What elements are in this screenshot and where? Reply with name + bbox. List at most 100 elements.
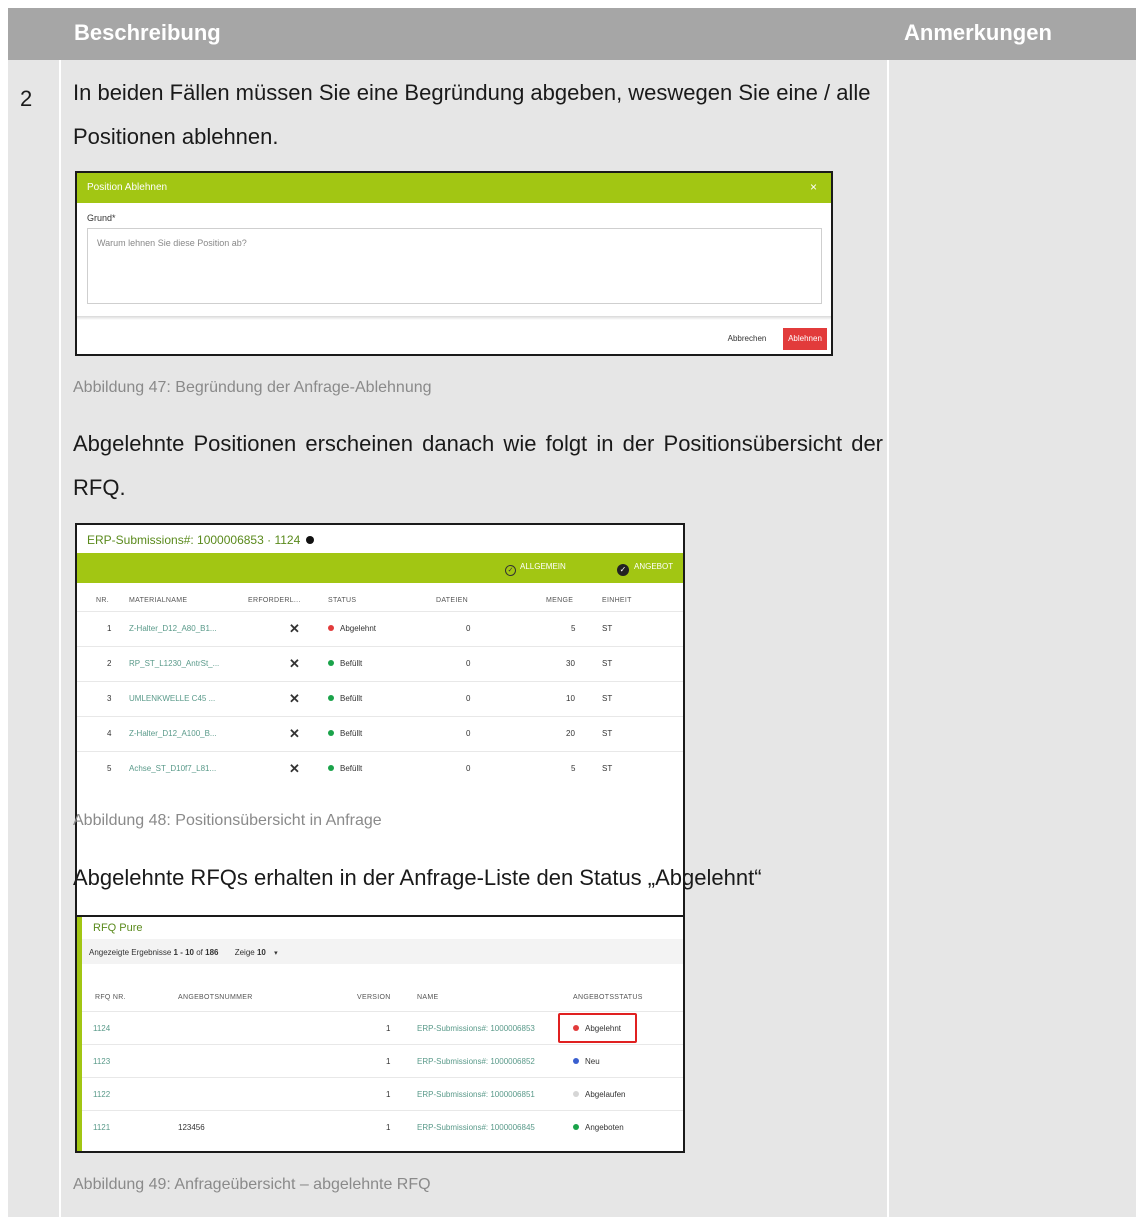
figure-47-caption: Abbildung 47: Begründung der Anfrage-Abl… <box>73 379 432 396</box>
paragraph-1: In beiden Fällen müssen Sie eine Begründ… <box>73 80 871 149</box>
list-title: RFQ Pure <box>93 922 143 934</box>
col-header-material[interactable]: MATERIALNAME <box>129 597 187 604</box>
col-header-offer-number[interactable]: ANGEBOTSNUMMER <box>178 994 253 1001</box>
reject-button[interactable]: Ablehnen <box>783 328 827 350</box>
tab-offer[interactable]: ✓ ANGEBOT <box>617 562 673 576</box>
files-count: 0 <box>466 624 471 633</box>
dialog-divider <box>77 316 831 320</box>
document-page: Beschreibung Anmerkungen 2 In beiden Fäl… <box>8 8 1136 1217</box>
status-dot <box>328 730 334 736</box>
quantity: 30 <box>566 659 575 668</box>
unit: ST <box>602 729 613 738</box>
reason-placeholder: Warum lehnen Sie diese Position ab? <box>97 238 247 248</box>
rfq-number-link[interactable]: 1124 <box>93 1024 110 1033</box>
col-header-nr[interactable]: NR. <box>96 597 109 604</box>
row-nr: 1 <box>107 624 112 633</box>
col-header-files[interactable]: DATEIEN <box>436 597 468 604</box>
unit: ST <box>602 694 613 703</box>
col-header-name[interactable]: NAME <box>417 994 438 1001</box>
col-header-rfq[interactable]: RFQ NR. <box>95 994 126 1001</box>
table-row[interactable]: 1121 123456 1 ERP-Submissions#: 1000006845 A… <box>82 1110 683 1143</box>
quantity: 20 <box>566 729 575 738</box>
status-text: Befüllt <box>340 694 363 703</box>
unit: ST <box>602 624 613 633</box>
version: 1 <box>386 1123 391 1132</box>
col-header-unit[interactable]: EINHEIT <box>602 597 632 604</box>
paragraph-2-line2: RFQ. <box>73 466 883 510</box>
col-header-version[interactable]: VERSION <box>357 994 391 1001</box>
row-nr: 4 <box>107 729 112 738</box>
check-circle-icon: ✓ <box>505 565 516 576</box>
rfq-number-link[interactable]: 1122 <box>93 1090 110 1099</box>
status-text: Befüllt <box>340 729 363 738</box>
table-header: Beschreibung Anmerkungen <box>8 8 1136 60</box>
row-nr: 2 <box>107 659 112 668</box>
reason-label: Grund* <box>87 213 116 223</box>
table-row[interactable]: 1123 1 ERP-Submissions#: 1000006852 Neu <box>82 1044 683 1077</box>
col-header-required[interactable]: ERFORDERL... <box>248 597 301 604</box>
material-link[interactable]: RP_ST_L1230_AntrSt_... <box>129 659 219 668</box>
status-badge: Befüllt <box>328 694 362 703</box>
status-text: Neu <box>585 1057 600 1066</box>
header-description: Beschreibung <box>74 20 221 45</box>
status-text: Angeboten <box>585 1123 624 1132</box>
col-header-status[interactable]: STATUS <box>328 597 356 604</box>
dialog-titlebar: Position Ablehnen × <box>77 173 831 203</box>
column-divider <box>59 60 61 1217</box>
row-nr: 3 <box>107 694 112 703</box>
offer-status: Angeboten <box>573 1123 624 1132</box>
col-header-offer-status[interactable]: ANGEBOTSSTATUS <box>573 994 643 1001</box>
table-row[interactable]: 2 RP_ST_L1230_AntrSt_... ✕ Befüllt 0 30 ST <box>77 646 683 681</box>
close-icon[interactable]: × <box>810 180 817 194</box>
required-x-icon: ✕ <box>289 726 300 741</box>
column-divider <box>887 60 889 1217</box>
rfq-name-link[interactable]: ERP-Submissions#: 1000006853 <box>417 1024 535 1033</box>
highlight-box <box>558 1013 637 1043</box>
unit: ST <box>602 764 613 773</box>
status-dot <box>328 660 334 666</box>
version: 1 <box>386 1090 391 1099</box>
material-link[interactable]: Z-Halter_D12_A80_B1... <box>129 624 217 633</box>
status-dot <box>573 1124 579 1130</box>
quantity: 5 <box>571 764 576 773</box>
version: 1 <box>386 1024 391 1033</box>
rfq-name-link[interactable]: ERP-Submissions#: 1000006852 <box>417 1057 535 1066</box>
status-badge: Befüllt <box>328 764 362 773</box>
status-text: Befüllt <box>340 659 363 668</box>
figure-48-caption: Abbildung 48: Positionsübersicht in Anfr… <box>73 812 382 829</box>
material-link[interactable]: Z-Halter_D12_A100_B... <box>129 729 217 738</box>
table-row[interactable]: 1 Z-Halter_D12_A80_B1... ✕ Abgelehnt 0 5 ST <box>77 611 683 646</box>
results-range: 1 - 10 <box>173 948 194 957</box>
rfq-number-link[interactable]: 1123 <box>93 1057 110 1066</box>
status-dot <box>573 1058 579 1064</box>
tab-offer-label: ANGEBOT <box>634 562 674 571</box>
col-header-qty[interactable]: MENGE <box>546 597 573 604</box>
rfq-name-link[interactable]: ERP-Submissions#: 1000006851 <box>417 1090 535 1099</box>
dropdown-arrow-icon[interactable]: ▾ <box>274 950 278 957</box>
row-nr: 5 <box>107 764 112 773</box>
table-row[interactable]: 1122 1 ERP-Submissions#: 1000006851 Abgelau… <box>82 1077 683 1110</box>
rfq-name-link[interactable]: ERP-Submissions#: 1000006845 <box>417 1123 535 1132</box>
status-badge: Befüllt <box>328 659 362 668</box>
table-row[interactable]: 3 UMLENKWELLE C45 ... ✕ Befüllt 0 10 ST <box>77 681 683 716</box>
info-icon[interactable] <box>306 536 315 544</box>
material-link[interactable]: Achse_ST_D10f7_L81... <box>129 764 216 773</box>
paragraph-2-line1: Abgelehnte Positionen erscheinen danach … <box>73 422 883 466</box>
material-link[interactable]: UMLENKWELLE C45 ... <box>129 694 215 703</box>
tab-general[interactable]: ✓ ALLGEMEIN <box>505 562 566 576</box>
rfq-number-link[interactable]: 1121 <box>93 1123 110 1132</box>
results-prefix: Angezeigte Ergebnisse <box>89 948 172 957</box>
quantity: 5 <box>571 624 576 633</box>
required-x-icon: ✕ <box>289 621 300 636</box>
page-size-select[interactable]: 10 <box>257 948 266 957</box>
table-row[interactable]: 5 Achse_ST_D10f7_L81... ✕ Befüllt 0 5 ST <box>77 751 683 786</box>
reject-dialog-screenshot: Position Ablehnen × Grund* Warum lehnen … <box>75 171 833 356</box>
cancel-button[interactable]: Abbrechen <box>717 328 777 350</box>
rfq-title-text: ERP-Submissions#: 1000006853 · 1124 <box>87 533 301 547</box>
reason-textarea[interactable]: Warum lehnen Sie diese Position ab? <box>87 228 822 304</box>
table-row[interactable]: 4 Z-Halter_D12_A100_B... ✕ Befüllt 0 20 ST <box>77 716 683 751</box>
required-x-icon: ✕ <box>289 761 300 776</box>
offer-status: Abgelaufen <box>573 1090 625 1099</box>
files-count: 0 <box>466 764 471 773</box>
rfq-list-screenshot: RFQ Pure Angezeigte Ergebnisse 1 - 10 of… <box>75 915 685 1153</box>
